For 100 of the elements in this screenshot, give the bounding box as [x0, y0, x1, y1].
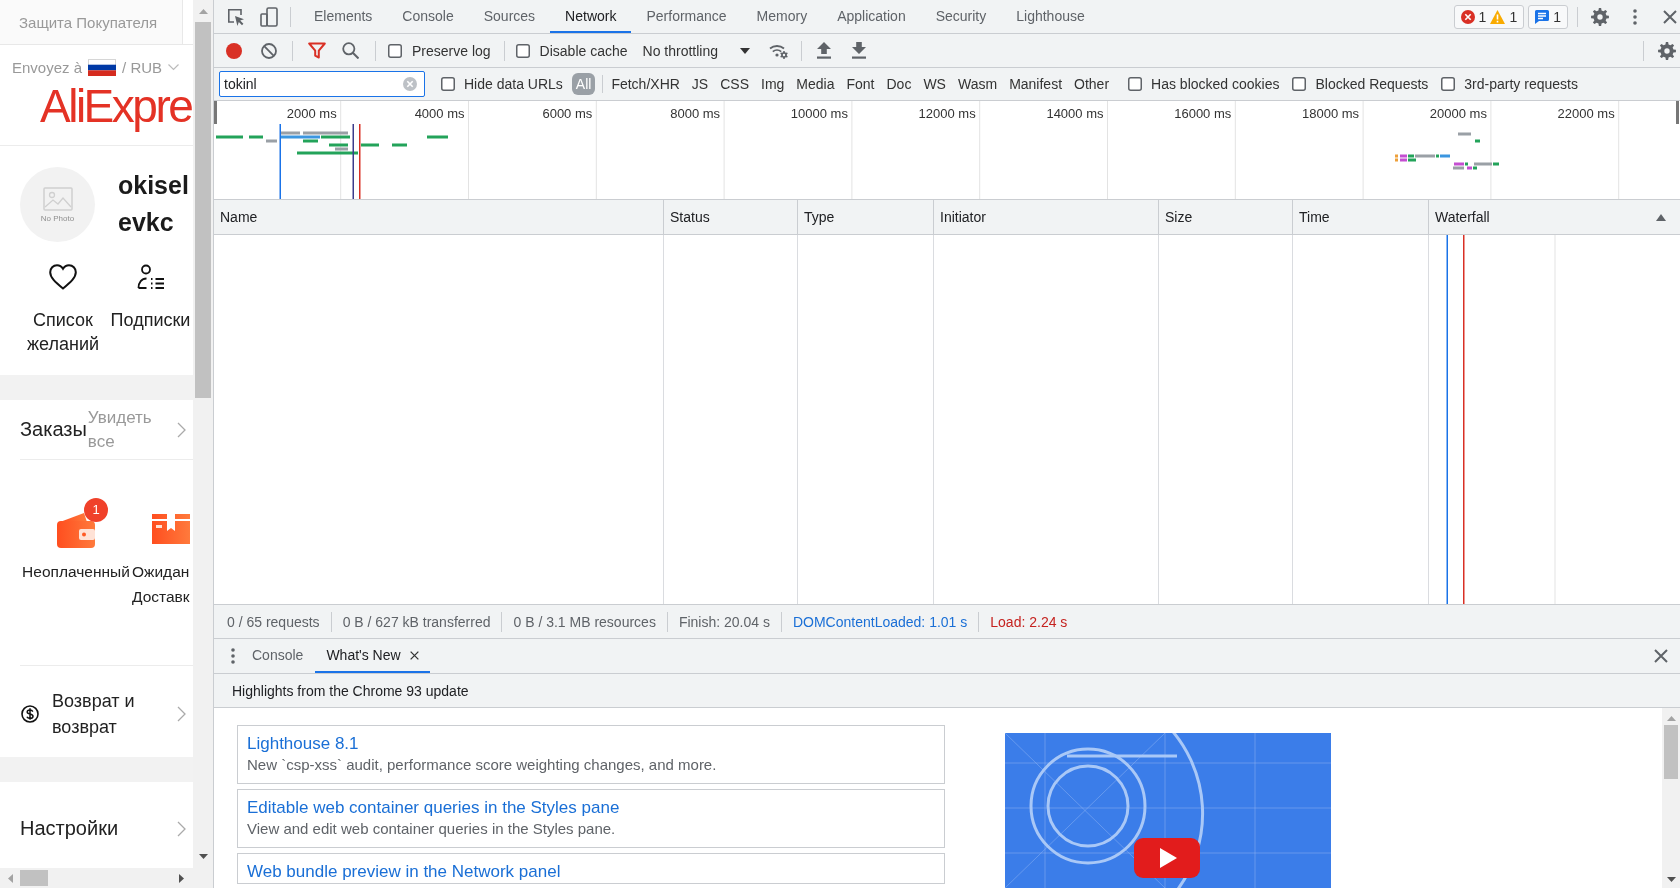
column-header[interactable]: Status: [664, 200, 798, 234]
hide-data-urls-checkbox[interactable]: Hide data URLs: [441, 76, 563, 92]
checkbox-icon[interactable]: [388, 43, 402, 58]
shortcut-link[interactable]: Подписки: [108, 264, 193, 332]
scroll-right-icon[interactable]: [179, 873, 184, 883]
close-icon[interactable]: [1663, 9, 1677, 24]
image-placeholder-icon: [42, 186, 73, 211]
scrollbar-thumb[interactable]: [20, 870, 48, 886]
scrollbar-thumb[interactable]: [1664, 725, 1678, 779]
settings-icon[interactable]: [1591, 7, 1609, 26]
shortcut-link[interactable]: Список желаний: [18, 264, 108, 356]
site-logo[interactable]: AliExpre: [40, 81, 192, 131]
menu-item[interactable]: Настройки: [0, 782, 193, 867]
preserve-log-checkbox[interactable]: Preserve log: [388, 42, 491, 59]
record-icon[interactable]: [226, 42, 242, 59]
drawer-tab[interactable]: Console: [240, 639, 316, 673]
filter-option-checkbox[interactable]: Blocked Requests: [1292, 76, 1429, 92]
request-bar: [427, 135, 448, 139]
device-toolbar-icon[interactable]: [259, 6, 279, 27]
order-status-link[interactable]: Ожидан Доставк: [132, 497, 193, 609]
whats-new-heading: Highlights from the Chrome 93 update: [214, 674, 1680, 708]
messages-button[interactable]: 1: [1528, 4, 1568, 29]
feature-description: View and edit web container queries in the Styles pane.: [247, 819, 617, 839]
more-options-icon[interactable]: [1633, 8, 1637, 25]
upload-icon[interactable]: [816, 42, 832, 59]
filter-field[interactable]: tokinl: [219, 71, 425, 97]
checkbox-icon[interactable]: [1441, 77, 1456, 91]
checkbox-icon[interactable]: [1292, 77, 1307, 91]
scroll-down-icon[interactable]: [1666, 877, 1676, 882]
range-handle[interactable]: [214, 101, 217, 124]
username: okisel evkc: [118, 170, 190, 238]
resource-type-filter[interactable]: Img: [755, 73, 791, 95]
column-header[interactable]: Type: [798, 200, 934, 234]
tick-label: 4000 ms: [414, 106, 465, 121]
feature-link[interactable]: Editable web container queries in the Styles pane: [247, 797, 620, 819]
request-bar: [266, 139, 277, 143]
panel-tab[interactable]: Security: [920, 0, 1002, 33]
panel-tab[interactable]: Sources: [468, 0, 551, 33]
order-status-link[interactable]: 1 Неоплаченный: [20, 497, 132, 584]
request-bar: [392, 143, 407, 147]
status-bar-text: Load: 2.24 s: [978, 611, 1079, 632]
status-bar-text: 0 / 65 requests: [226, 612, 321, 632]
settings-icon[interactable]: [1658, 41, 1676, 60]
panel-tab[interactable]: Performance: [631, 0, 742, 33]
resource-type-filter[interactable]: Other: [1068, 73, 1116, 95]
search-icon[interactable]: [342, 42, 359, 59]
caret-down-icon: [740, 47, 750, 54]
resource-type-filter[interactable]: Media: [790, 73, 841, 95]
scrollbar-thumb[interactable]: [195, 22, 211, 398]
resource-type-filter[interactable]: Manifest: [1003, 73, 1069, 95]
message-icon: [1535, 9, 1550, 24]
resource-type-filter[interactable]: JS: [685, 73, 715, 95]
range-handle[interactable]: [1676, 101, 1679, 124]
clear-input-icon[interactable]: [403, 77, 417, 91]
close-tab-icon[interactable]: [409, 650, 419, 660]
column-header[interactable]: Waterfall: [1429, 200, 1680, 234]
request-bar: [361, 143, 379, 147]
feature-link[interactable]: Web bundle preview in the Network panel: [247, 861, 561, 883]
filter-icon[interactable]: [308, 42, 326, 59]
panel-tab[interactable]: Memory: [741, 0, 823, 33]
issues-counter-button[interactable]: 1 1: [1453, 4, 1525, 29]
tick-label: 6000 ms: [542, 106, 593, 121]
panel-tab[interactable]: Application: [822, 0, 921, 33]
resource-type-filter[interactable]: Font: [840, 73, 881, 95]
close-drawer-icon[interactable]: [1654, 649, 1668, 663]
panel-tab[interactable]: Console: [387, 0, 469, 33]
column-header[interactable]: Size: [1159, 200, 1293, 234]
resource-type-filter[interactable]: Wasm: [951, 73, 1004, 95]
filter-option-checkbox[interactable]: Has blocked cookies: [1128, 76, 1280, 92]
resource-type-filter[interactable]: WS: [917, 73, 952, 95]
more-options-icon[interactable]: [231, 648, 235, 664]
panel-tab[interactable]: Lighthouse: [1001, 0, 1100, 33]
checkbox-icon[interactable]: [441, 77, 455, 91]
clear-icon[interactable]: [261, 42, 277, 59]
request-bar: [216, 135, 243, 139]
resource-type-filter[interactable]: Doc: [880, 73, 918, 95]
panel-tab[interactable]: Elements: [299, 0, 388, 33]
wifi-settings-icon[interactable]: [769, 42, 788, 59]
video-thumbnail[interactable]: [1005, 733, 1331, 888]
filter-option-checkbox[interactable]: 3rd-party requests: [1441, 76, 1578, 92]
column-header[interactable]: Time: [1293, 200, 1429, 234]
download-icon[interactable]: [851, 42, 867, 59]
inspect-element-icon[interactable]: [226, 6, 246, 27]
checkbox-icon[interactable]: [515, 43, 530, 58]
tick-label: 10000 ms: [790, 106, 848, 121]
tick-label: 22000 ms: [1557, 106, 1615, 121]
avatar-caption: No Photo: [40, 213, 75, 223]
tick-label: 12000 ms: [918, 106, 976, 121]
feature-link[interactable]: Lighthouse 8.1: [247, 733, 359, 755]
column-header[interactable]: Name: [214, 200, 664, 234]
column-header[interactable]: Initiator: [934, 200, 1159, 234]
throttling-dropdown[interactable]: No throttling: [642, 42, 750, 59]
resource-type-filter[interactable]: Fetch/XHR: [605, 73, 686, 95]
warning-icon: [1490, 9, 1506, 24]
checkbox-icon[interactable]: [1128, 77, 1143, 91]
scroll-down-icon[interactable]: [198, 854, 208, 859]
resource-type-filter[interactable]: CSS: [714, 73, 755, 95]
disable-cache-checkbox[interactable]: Disable cache: [515, 42, 628, 59]
menu-item[interactable]: Возврат и возврат: [0, 666, 193, 757]
play-button-icon[interactable]: [1134, 838, 1200, 878]
